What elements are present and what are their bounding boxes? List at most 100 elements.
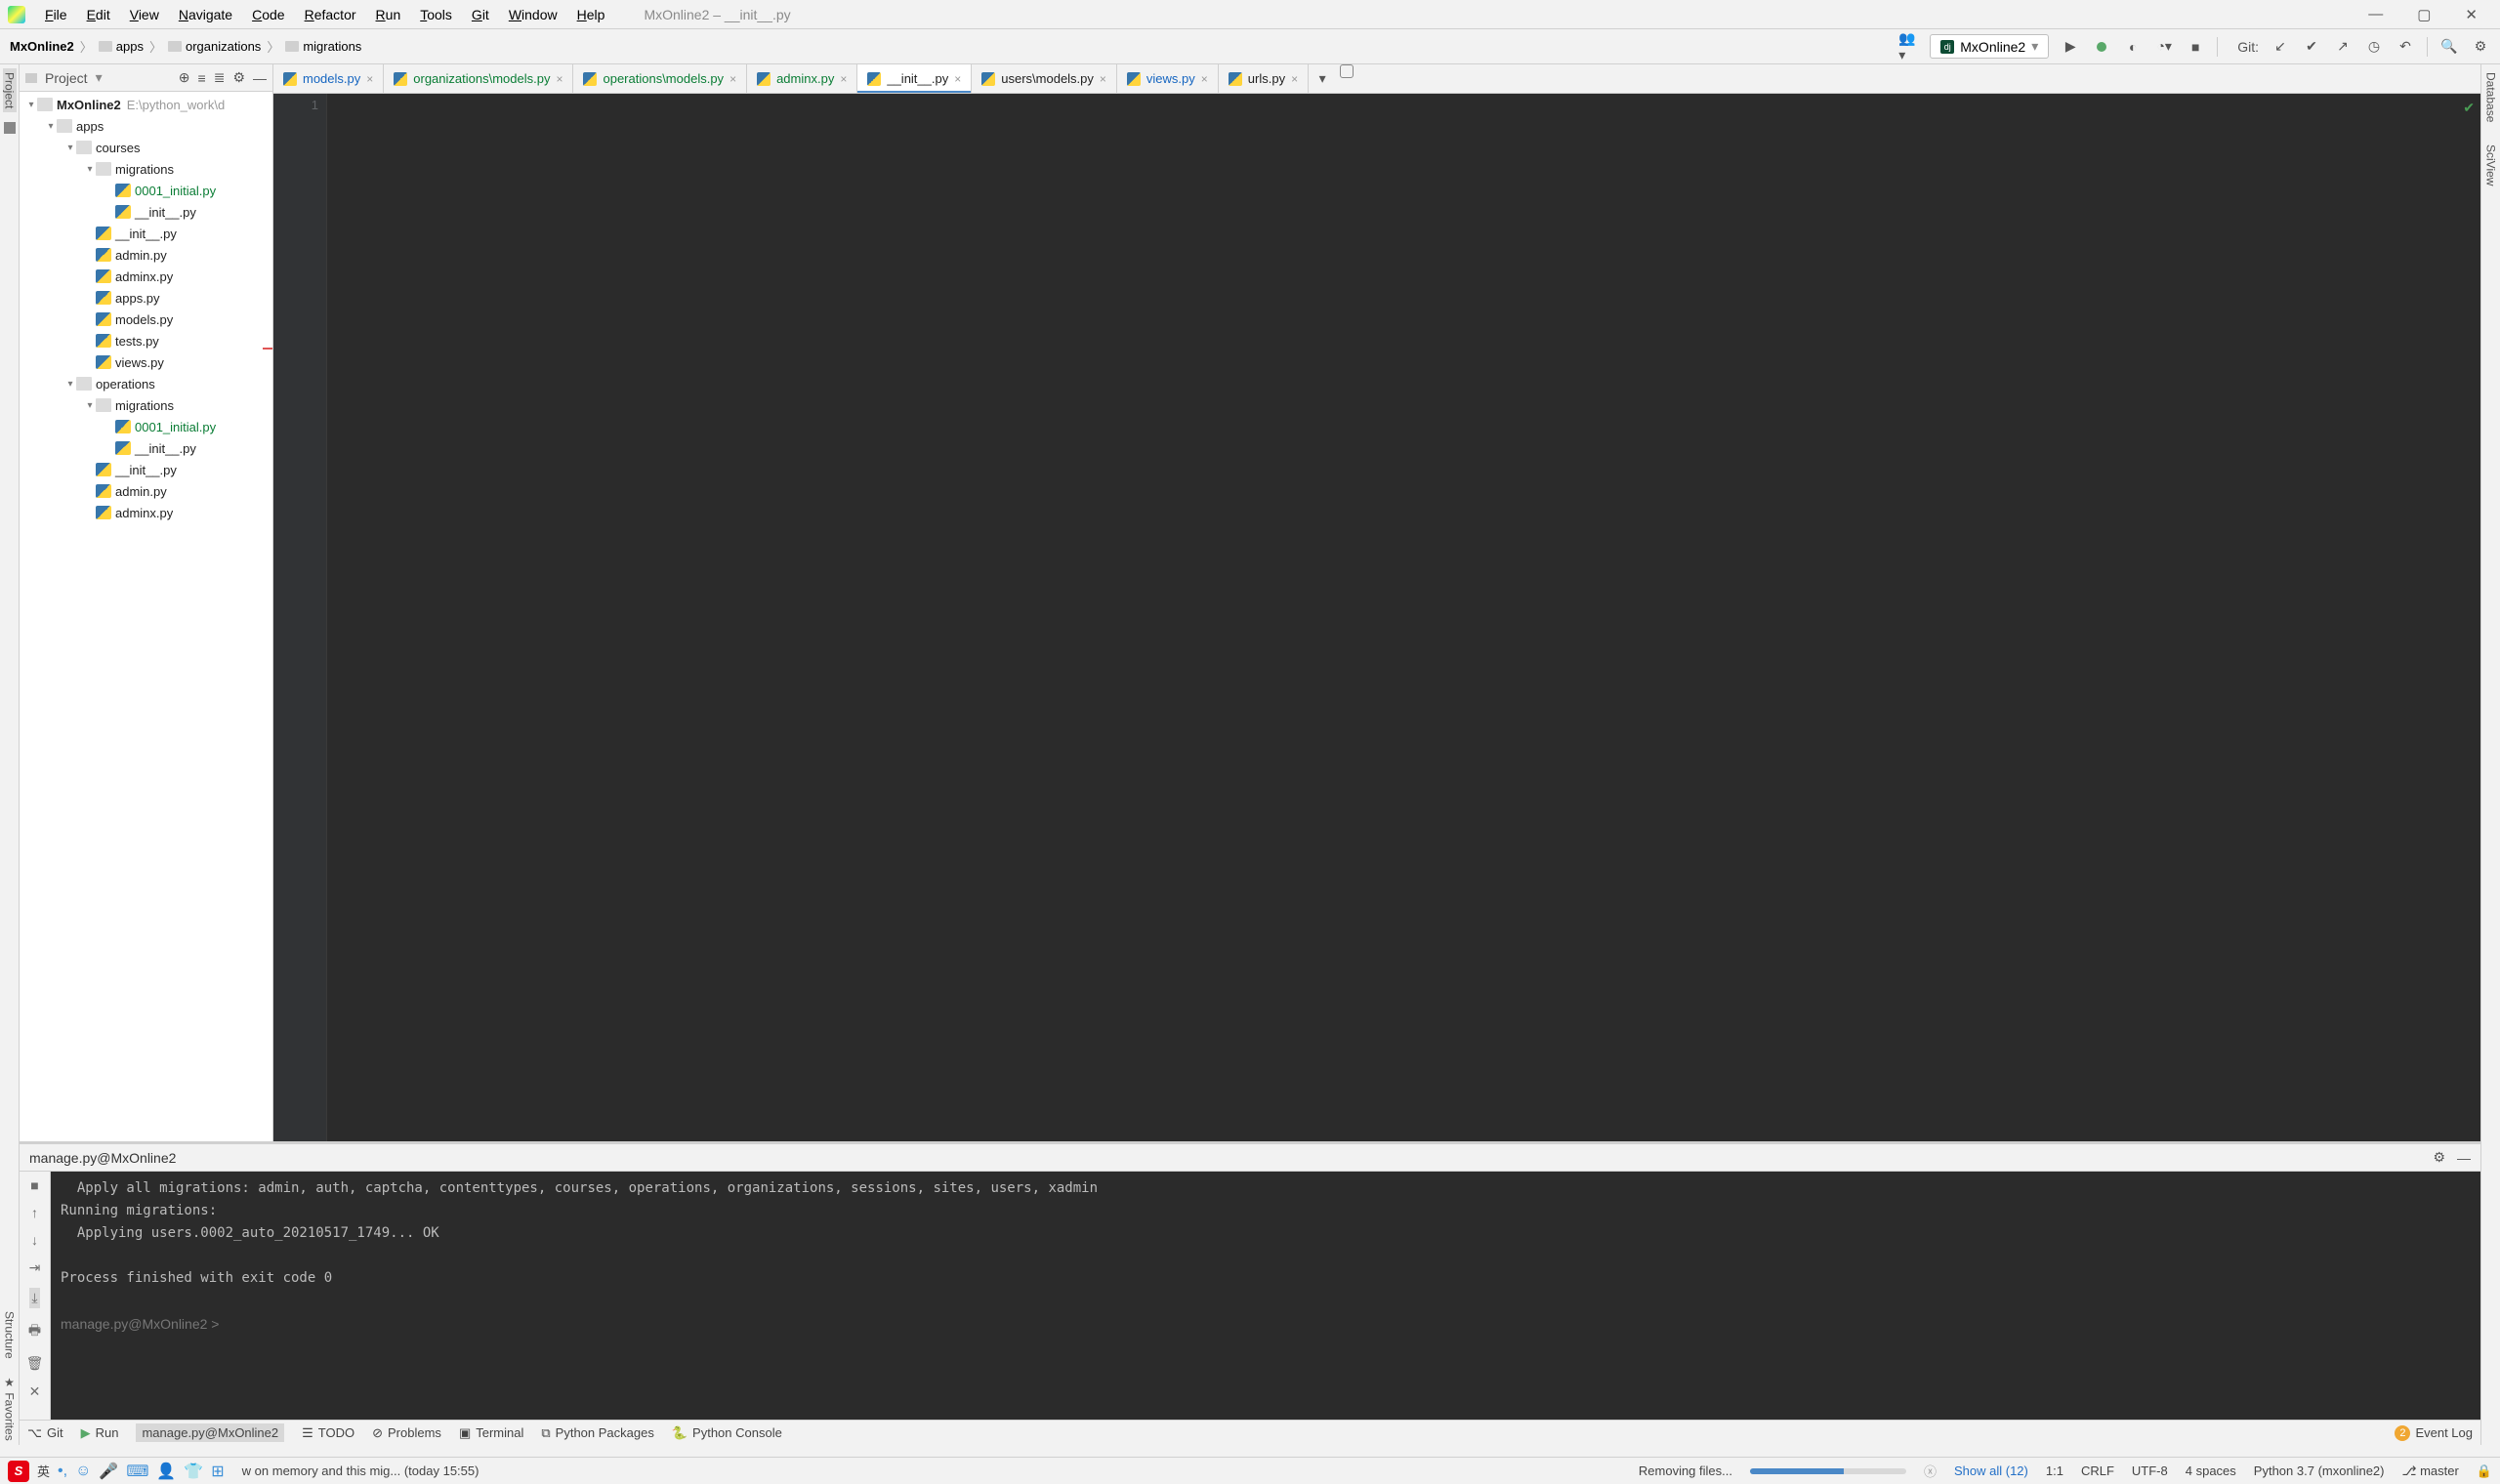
select-opened-file-icon[interactable]: ⊕ [179,69,190,86]
menu-file[interactable]: File [35,3,77,26]
search-everywhere-icon[interactable]: 🔍 [2439,37,2459,57]
editor-tab[interactable]: organizations\models.py× [384,64,573,93]
run-button[interactable]: ▶ [2061,37,2080,57]
ime-mic-icon[interactable]: 🎤 [99,1462,118,1481]
close-button[interactable]: ✕ [2465,6,2478,23]
hide-run-icon[interactable]: — [2457,1150,2471,1166]
error-stripe-mark[interactable] [263,348,272,350]
inspection-ok-icon[interactable]: ✔ [2463,100,2475,116]
tree-item[interactable]: ▾operations [20,373,272,394]
git-commit-icon[interactable]: ✔ [2302,37,2321,57]
tree-item[interactable]: views.py [20,351,272,373]
tree-item[interactable]: tests.py [20,330,272,351]
caret-position[interactable]: 1:1 [2046,1463,2063,1478]
git-tab[interactable]: ⌥Git [27,1425,63,1441]
menu-tools[interactable]: Tools [410,3,462,26]
tree-item[interactable]: 0001_initial.py [20,416,272,437]
clear-all-icon[interactable]: 🗑 [26,1355,44,1372]
menu-view[interactable]: View [120,3,169,26]
minimize-button[interactable]: — [2368,6,2383,23]
ime-shirt-icon[interactable]: 👕 [184,1462,203,1481]
menu-git[interactable]: Git [462,3,499,26]
background-task-text[interactable]: w on memory and this mig... (today 15:55… [242,1463,479,1478]
sciview-tool-tab[interactable]: SciView [2484,141,2498,189]
ime-punct-icon[interactable]: •, [58,1463,67,1480]
tree-item[interactable]: apps.py [20,287,272,309]
console-output[interactable]: Apply all migrations: admin, auth, captc… [51,1172,2480,1420]
menu-window[interactable]: Window [499,3,567,26]
manage-tab[interactable]: manage.py@MxOnline2 [136,1423,284,1442]
progress-bar[interactable] [1750,1468,1906,1474]
git-update-icon[interactable]: ↙ [2271,37,2290,57]
todo-tab[interactable]: ☰TODO [302,1425,354,1441]
git-history-icon[interactable]: ◷ [2364,37,2384,57]
run-settings-icon[interactable]: ⚙ [2433,1149,2445,1166]
tree-item[interactable]: __init__.py [20,437,272,459]
editor-tab[interactable]: models.py× [273,64,384,93]
close-tab-icon[interactable]: × [954,72,961,86]
tree-item[interactable]: 0001_initial.py [20,180,272,201]
close-run-icon[interactable]: ✕ [29,1383,41,1400]
close-tab-icon[interactable]: × [1201,72,1208,86]
menu-refactor[interactable]: Refactor [295,3,366,26]
ime-keyboard-icon[interactable]: ⌨ [126,1462,148,1481]
close-tab-icon[interactable]: × [1100,72,1106,86]
settings-icon[interactable]: ⚙ [2471,37,2490,57]
menu-edit[interactable]: Edit [77,3,120,26]
event-log-tab[interactable]: 2Event Log [2395,1425,2473,1441]
tree-item[interactable]: admin.py [20,244,272,266]
database-tool-tab[interactable]: Database [2484,68,2498,126]
rerun-icon[interactable]: ■ [30,1177,38,1193]
show-all-tasks[interactable]: Show all (12) [1954,1463,2028,1478]
debug-button[interactable] [2092,37,2111,57]
soft-wrap-icon[interactable]: ⇥ [29,1259,41,1276]
down-icon[interactable]: ↓ [31,1232,38,1248]
terminal-tab[interactable]: ▣Terminal [459,1425,523,1441]
close-tab-icon[interactable]: × [1291,72,1298,86]
menu-help[interactable]: Help [567,3,615,26]
run-config-selector[interactable]: dj MxOnline2 ▾ [1930,34,2049,59]
menu-code[interactable]: Code [242,3,294,26]
problems-tab[interactable]: ⊘Problems [372,1425,441,1441]
tree-item[interactable]: __init__.py [20,459,272,480]
close-tab-icon[interactable]: × [366,72,373,86]
ime-apps-icon[interactable]: ⊞ [211,1462,224,1481]
tree-item[interactable]: __init__.py [20,223,272,244]
editor-tab[interactable]: adminx.py× [747,64,857,93]
favorites-tool-tab[interactable]: ★ Favorites [3,1372,17,1445]
tree-item[interactable]: ▾migrations [20,158,272,180]
up-icon[interactable]: ↑ [31,1205,38,1220]
menu-navigate[interactable]: Navigate [169,3,242,26]
editor-tab[interactable]: views.py× [1117,64,1219,93]
editor-tab[interactable]: __init__.py× [857,64,972,93]
tree-item[interactable]: __init__.py [20,201,272,223]
python-interpreter[interactable]: Python 3.7 (mxonline2) [2254,1463,2385,1478]
print-icon[interactable]: 🖶 [28,1320,41,1343]
close-tab-icon[interactable]: × [729,72,736,86]
close-tab-icon[interactable]: × [840,72,847,86]
ime-emoji-icon[interactable]: ☺ [75,1463,91,1480]
bookmarks-icon[interactable] [4,122,16,134]
code-with-me-icon[interactable]: 👥▾ [1898,37,1918,57]
editor[interactable]: 1 ✔ [273,94,2480,1141]
breadcrumb[interactable]: MxOnline2〉 apps〉 organizations〉 migratio… [10,37,361,56]
readonly-lock-icon[interactable]: 🔒 [2477,1463,2492,1479]
tree-item[interactable]: adminx.py [20,266,272,287]
coverage-button[interactable]: ◐ [2123,37,2143,57]
menu-run[interactable]: Run [366,3,411,26]
indent-setting[interactable]: 4 spaces [2186,1463,2236,1478]
collapse-all-icon[interactable]: ≣ [214,69,226,86]
maximize-button[interactable]: ▢ [2417,6,2431,23]
panel-settings-icon[interactable]: ⚙ [232,69,245,86]
tree-item[interactable]: ▾migrations [20,394,272,416]
tree-item[interactable]: adminx.py [20,502,272,523]
profile-button[interactable]: ◔▾ [2154,37,2174,57]
python-packages-tab[interactable]: ⧉Python Packages [541,1425,653,1441]
expand-all-icon[interactable]: ≡ [198,70,206,86]
python-console-tab[interactable]: 🐍Python Console [672,1425,782,1441]
tree-root[interactable]: ▾ MxOnline2 E:\python_work\d [20,94,272,115]
git-rollback-icon[interactable]: ↶ [2396,37,2415,57]
git-branch[interactable]: ⎇ master [2401,1463,2458,1479]
close-tab-icon[interactable]: × [556,72,562,86]
project-tree[interactable]: ▾ MxOnline2 E:\python_work\d ▾apps▾cours… [20,92,272,1141]
